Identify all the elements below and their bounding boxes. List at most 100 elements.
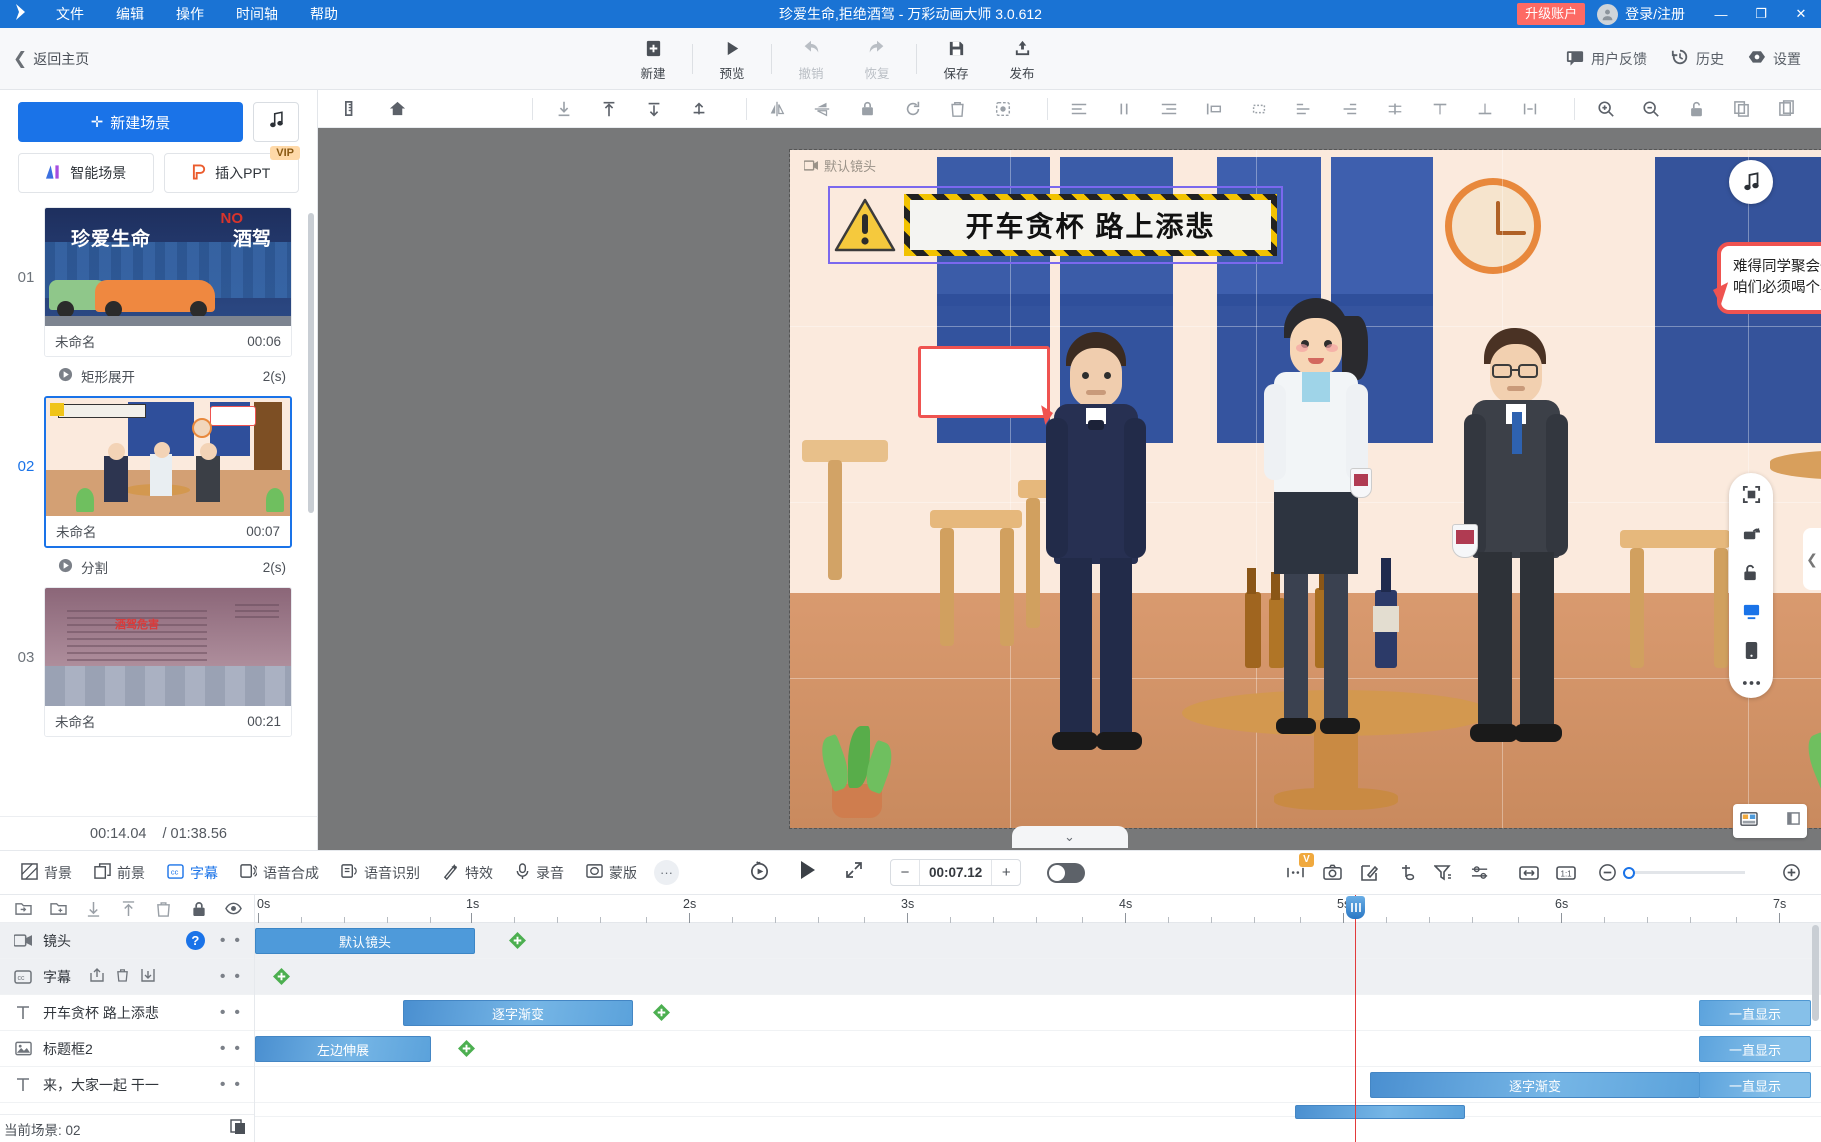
track-dots[interactable]: • •: [220, 1004, 254, 1020]
tts-button[interactable]: 语音合成: [229, 851, 330, 895]
more-options-button[interactable]: ···: [654, 860, 679, 885]
timeline-tracks-area[interactable]: 0s 1s 2s 3s 4s 5s 6s 7s 默认镜头 逐字渐变 一直显示 左…: [255, 895, 1821, 1142]
scene-list-scrollbar[interactable]: [308, 213, 314, 513]
align-top-icon[interactable]: [1237, 91, 1282, 127]
play-button[interactable]: [796, 859, 818, 886]
desktop-view-icon[interactable]: [1742, 602, 1761, 621]
clip-word-fade[interactable]: 逐字渐变: [403, 1000, 633, 1026]
select-all-icon[interactable]: [980, 91, 1025, 127]
track-header-camera[interactable]: 镜头 ? • •: [0, 923, 254, 959]
keyframe-diamond[interactable]: [458, 1040, 475, 1057]
panel-toggle-icon[interactable]: [1787, 812, 1800, 830]
menu-file[interactable]: 文件: [40, 0, 100, 28]
scene-transition-row[interactable]: 分割 2(s): [44, 548, 292, 587]
close-button[interactable]: ✕: [1781, 0, 1821, 28]
fit-width-icon[interactable]: V: [1279, 852, 1314, 889]
fit-screen-icon[interactable]: [1742, 485, 1761, 504]
menu-timeline[interactable]: 时间轴: [220, 0, 294, 28]
flip-vertical-icon[interactable]: [800, 91, 845, 127]
mobile-view-icon[interactable]: [1744, 641, 1759, 660]
zoom-out-icon[interactable]: [1591, 857, 1623, 889]
history-button[interactable]: 历史: [1671, 48, 1724, 69]
subtitle-button[interactable]: cc 字幕: [156, 851, 229, 895]
align-right-icon[interactable]: [1146, 91, 1191, 127]
time-value[interactable]: 00:07.12: [919, 860, 993, 885]
align-bottom-icon[interactable]: [1327, 91, 1372, 127]
keyframe-diamond[interactable]: [509, 932, 526, 949]
track-row-subtitle[interactable]: [255, 959, 1821, 995]
stage-music-button[interactable]: [1729, 160, 1773, 204]
zoom-out-canvas-icon[interactable]: [1629, 91, 1674, 127]
timeline-scrollbar[interactable]: [1812, 925, 1819, 1021]
move-up-icon[interactable]: [111, 895, 146, 922]
scene-thumbnail-wrap[interactable]: 珍爱生命 酒驾 NO 未命名 00:06: [44, 207, 292, 357]
preview-toggle[interactable]: [1047, 862, 1086, 883]
keyframe-diamond[interactable]: [653, 1004, 670, 1021]
unlock-stage-icon[interactable]: [1742, 563, 1760, 582]
playhead-handle[interactable]: [1346, 896, 1365, 919]
scene-thumbnail-wrap[interactable]: 未命名 00:07: [44, 396, 292, 548]
stage-expand-button[interactable]: ⌄: [1011, 826, 1128, 848]
align-center-v-icon[interactable]: [1101, 91, 1146, 127]
snapshot-icon[interactable]: [1316, 857, 1348, 889]
distribute-h-icon[interactable]: [1372, 91, 1417, 127]
minimize-button[interactable]: —: [1701, 0, 1741, 28]
scene-item-03[interactable]: 03 酒驾危害 未命名 00:21: [0, 587, 317, 737]
save-button[interactable]: 保存: [923, 30, 989, 88]
canvas-stage[interactable]: 默认镜头 开车贪杯 路上添悲 难得同学聚会 咱们必须喝个 ❮ ⌄: [318, 128, 1821, 850]
bring-to-front-icon[interactable]: [586, 91, 631, 127]
music-button[interactable]: [253, 102, 299, 142]
add-track-icon[interactable]: [41, 895, 76, 922]
align-distribute-icon[interactable]: [1192, 91, 1237, 127]
zoom-in-icon[interactable]: [1775, 857, 1807, 889]
publish-button[interactable]: 发布: [989, 30, 1055, 88]
distribute-v2-icon[interactable]: [1462, 91, 1507, 127]
track-dots[interactable]: • •: [220, 932, 254, 948]
white-callout-card[interactable]: [918, 346, 1050, 418]
delete-track-icon[interactable]: [146, 895, 181, 922]
track-row-text-banner[interactable]: 逐字渐变 一直显示: [255, 995, 1821, 1031]
scene-thumbnail-wrap[interactable]: 酒驾危害 未命名 00:21: [44, 587, 292, 737]
scene-copy-icon[interactable]: [230, 1119, 246, 1138]
preview-button[interactable]: 预览: [699, 30, 765, 88]
character-man-right[interactable]: [1450, 328, 1580, 788]
new-button[interactable]: 新建: [620, 30, 686, 88]
redo-button[interactable]: 恢复: [844, 30, 910, 88]
playhead[interactable]: [1346, 895, 1365, 1142]
zoom-knob[interactable]: [1623, 866, 1635, 879]
track-header-subtitle[interactable]: cc 字幕 • •: [0, 959, 254, 995]
rotate-icon[interactable]: [890, 91, 935, 127]
slide-canvas[interactable]: 默认镜头 开车贪杯 路上添悲 难得同学聚会 咱们必须喝个: [789, 149, 1821, 829]
smart-scene-button[interactable]: 智能场景: [18, 153, 154, 193]
timeline-ruler[interactable]: 0s 1s 2s 3s 4s 5s 6s 7s: [255, 895, 1821, 923]
move-down-icon[interactable]: [76, 895, 111, 922]
filter-icon[interactable]: [1427, 857, 1459, 889]
settings-sliders-icon[interactable]: [1464, 857, 1496, 889]
distribute-v-icon[interactable]: [1417, 91, 1462, 127]
help-icon[interactable]: ?: [185, 931, 205, 950]
cut-icon[interactable]: [1390, 857, 1422, 889]
menu-operation[interactable]: 操作: [160, 0, 220, 28]
home-icon[interactable]: [375, 91, 420, 127]
record-button[interactable]: 录音: [504, 851, 575, 895]
undo-button[interactable]: 撤销: [778, 30, 844, 88]
clip-word-fade-2[interactable]: 逐字渐变: [1370, 1072, 1700, 1098]
clip-always-show[interactable]: 一直显示: [1699, 1000, 1811, 1026]
storyboard-icon[interactable]: [1740, 811, 1758, 832]
send-backward-icon[interactable]: [631, 91, 676, 127]
new-scene-button[interactable]: ✛ 新建场景: [18, 102, 243, 142]
align-middle-icon[interactable]: [1282, 91, 1327, 127]
clip-left-stretch[interactable]: 左边伸展: [255, 1036, 431, 1062]
scene-item-02[interactable]: 02 未命名 00:07 分割 2(s): [0, 396, 317, 587]
login-register-link[interactable]: 登录/注册: [1625, 4, 1685, 24]
more-stage-icon[interactable]: [1742, 680, 1761, 686]
rotate-view-icon[interactable]: [1742, 524, 1761, 543]
clip-partial[interactable]: [1295, 1105, 1465, 1119]
scene-transition-row[interactable]: 矩形展开 2(s): [44, 357, 292, 396]
track-row-image[interactable]: 左边伸展 一直显示: [255, 1031, 1821, 1067]
user-feedback-button[interactable]: 用户反馈: [1566, 49, 1647, 69]
fit-timeline-icon[interactable]: [1513, 857, 1545, 889]
clip-always-show[interactable]: 一直显示: [1699, 1036, 1811, 1062]
one-to-one-icon[interactable]: 1:1: [1550, 857, 1582, 889]
flip-horizontal-icon[interactable]: [755, 91, 800, 127]
